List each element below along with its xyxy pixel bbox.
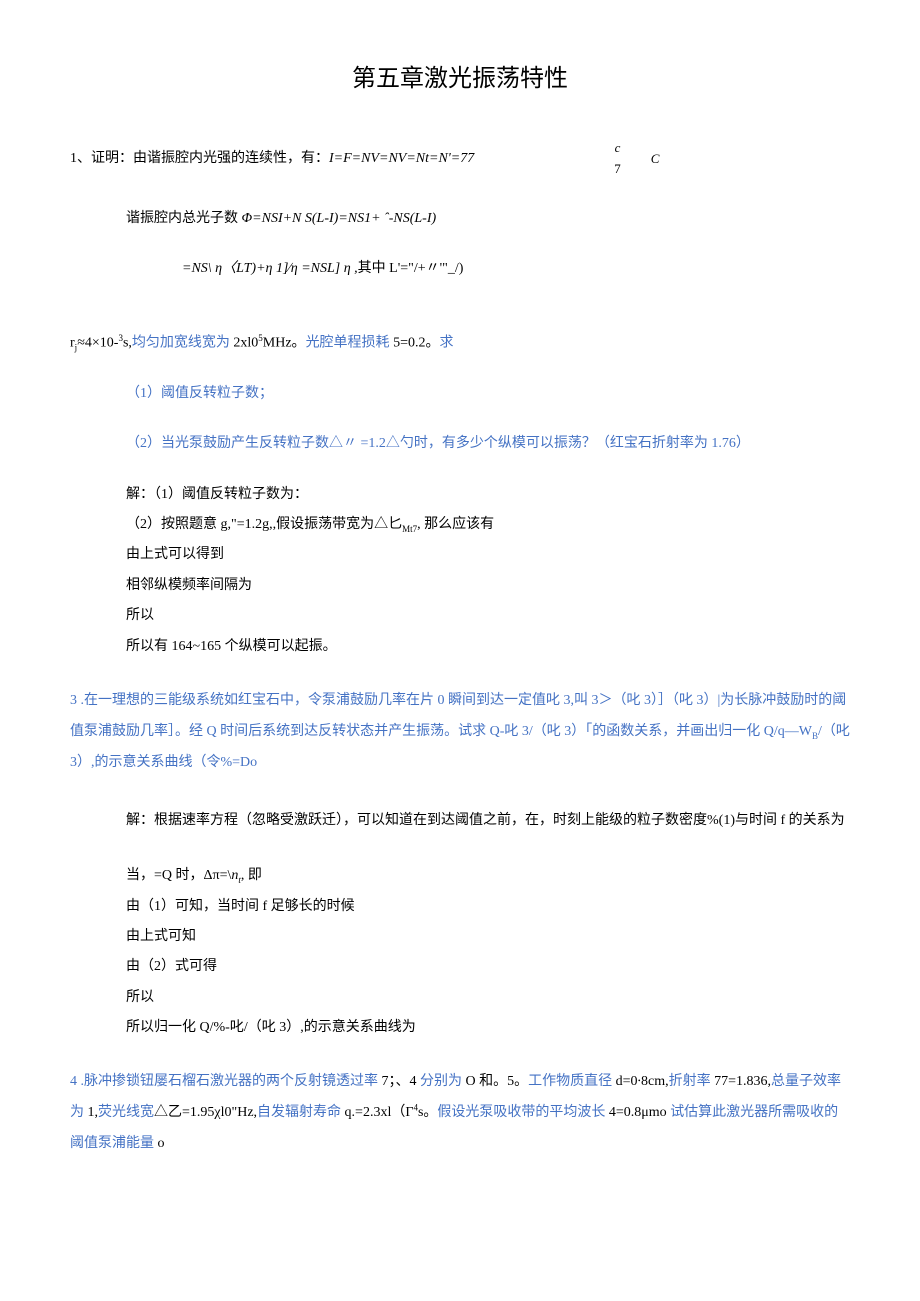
solution-5: 所以 [70, 605, 850, 627]
solution-6: 所以有 164~165 个纵模可以起振。 [70, 636, 850, 658]
proof-line-1: 1、证明：由谐振腔内光强的连续性，有：I=F=NV=NV=Nt=N'=77 c … [70, 138, 850, 180]
problem-3: 3 .在一理想的三能级系统如红宝石中，令泵浦鼓励几率在片 0 瞬间到达一定值叱 … [70, 686, 850, 778]
sol3-line6: 所以归一化 Q/%-叱/（叱 3）,的示意关系曲线为 [70, 1017, 850, 1039]
p21-black10: o [154, 1136, 165, 1151]
p21-black7: q.=2.3xl（Γ [341, 1105, 413, 1120]
p21-black8: s。 [418, 1105, 437, 1120]
p4-mid1: ≈4×10- [77, 335, 118, 350]
p21-black3: d=0∙8cm, [612, 1074, 669, 1089]
problem-4: 4 .脉冲掺锁钮屡石榴石激光器的两个反射镜透过率 7；、4 分别为 O 和。5。… [70, 1067, 850, 1159]
p21-black4: 77=1.836, [711, 1074, 771, 1089]
p14-text: 解：根据速率方程（忽略受激跃迁），可以知道在到达阈值之前，在，时刻上能级的粒子数… [70, 813, 845, 828]
p21-num: 4 . [70, 1074, 84, 1089]
solution-1: 解：（1）阈值反转粒子数为： [70, 484, 850, 506]
p4-mid3: 2xl0 [230, 335, 258, 350]
p21-blue3: 工作物质直径 [528, 1074, 612, 1089]
p21-blue1: 脉冲掺锁钮屡石榴石激光器的两个反射镜透过率 [84, 1074, 378, 1089]
sol3-line4: 由（2）式可得 [70, 956, 850, 978]
problem-3-solution-intro: 解：根据速率方程（忽略受激跃迁），可以知道在到达阈值之前，在，时刻上能级的粒子数… [126, 806, 850, 837]
problem-2-intro: rj≈4×10-3s,均匀加宽线宽为 2xl05MHz。光腔单程损耗 5=0.2… [70, 331, 850, 355]
proof-formula-2: Φ=NSI+N S(L-I)=NS1+ ˆ-NS(L-I) [242, 211, 437, 226]
p4-blue2: 光腔单程损耗 [306, 335, 390, 350]
question-2: （2）当光泵鼓励产生反转粒子数△〃 =1.2△勺时，有多少个纵模可以振荡？（红宝… [70, 433, 850, 455]
p15-suffix: , 即 [241, 868, 262, 883]
p21-blue8: 假设光泵吸收带的平均波长 [437, 1105, 605, 1120]
solution-3: 由上式可以得到 [70, 544, 850, 566]
p13-main: 3 .在一理想的三能级系统如红宝石中，令泵浦鼓励几率在片 0 瞬间到达一定值叱 … [70, 693, 846, 739]
p21-blue4: 折射率 [669, 1074, 711, 1089]
frac-top-2: C [651, 149, 660, 170]
p4-mid5: 5=0.2。 [390, 335, 440, 350]
p15-prefix: 当，=Q 时，Δπ=\ [126, 868, 231, 883]
sol3-line3: 由上式可知 [70, 926, 850, 948]
proof-line-2: 谐振腔内总光子数 Φ=NSI+N S(L-I)=NS1+ ˆ-NS(L-I) [70, 208, 850, 230]
chapter-title: 第五章激光振荡特性 [70, 60, 850, 98]
solution-2: （2）按照题意 g,"=1.2g,,假设振荡带宽为△匕Mt7, 那么应该有 [70, 514, 850, 536]
p8-suffix: , 那么应该有 [417, 517, 494, 532]
frac-bot-1: 7 [614, 159, 621, 180]
p4-blue1: 均匀加宽线宽为 [132, 335, 230, 350]
sol3-line2: 由（1）可知，当时间 f 足够长的时候 [70, 896, 850, 918]
p21-black5: 1, [84, 1105, 98, 1120]
p8-prefix: （2）按照题意 g,"=1.2g,,假设振荡带宽为△匕 [126, 517, 402, 532]
p21-black2: O 和。5。 [462, 1074, 528, 1089]
p21-black9: 4=0.8μmo [605, 1105, 670, 1120]
proof-line-2-prefix: 谐振腔内总光子数 [126, 211, 242, 226]
p21-black6: △乙=1.95χl0"Hz, [154, 1105, 257, 1120]
solution-4: 相邻纵模频率间隔为 [70, 575, 850, 597]
fraction-1: c 7 [614, 138, 621, 180]
p21-blue7: 自发辐射寿命 [257, 1105, 341, 1120]
p21-black1: 7；、4 [378, 1074, 420, 1089]
p4-blue3: 求 [439, 335, 453, 350]
question-1: （1）阈值反转粒子数； [70, 383, 850, 405]
sol3-line5: 所以 [70, 987, 850, 1009]
p4-mid4: MHz。 [263, 335, 306, 350]
p4-mid2: s, [123, 335, 132, 350]
proof-line-3-suffix: 其中 L'="/+〃'"_/) [358, 261, 464, 276]
proof-line-3: =NS\ η〈LT)+η 1]∕η =NSL] η ,其中 L'="/+〃'"_… [70, 258, 850, 280]
p8-sub: Mt7 [402, 524, 417, 534]
p21-blue6: 荧光线宽 [98, 1105, 154, 1120]
frac-top-1: c [614, 138, 621, 159]
sol3-line1: 当，=Q 时，Δπ=\nt, 即 [70, 865, 850, 887]
fraction-2: C [651, 149, 660, 170]
proof-label: 1、证明：由谐振腔内光强的连续性，有： [70, 151, 329, 166]
proof-formula-3: =NS\ η〈LT)+η 1]∕η =NSL] η , [182, 261, 358, 276]
proof-formula-1: I=F=NV=NV=Nt=N'=77 [329, 151, 474, 166]
p21-blue2: 分别为 [420, 1074, 462, 1089]
